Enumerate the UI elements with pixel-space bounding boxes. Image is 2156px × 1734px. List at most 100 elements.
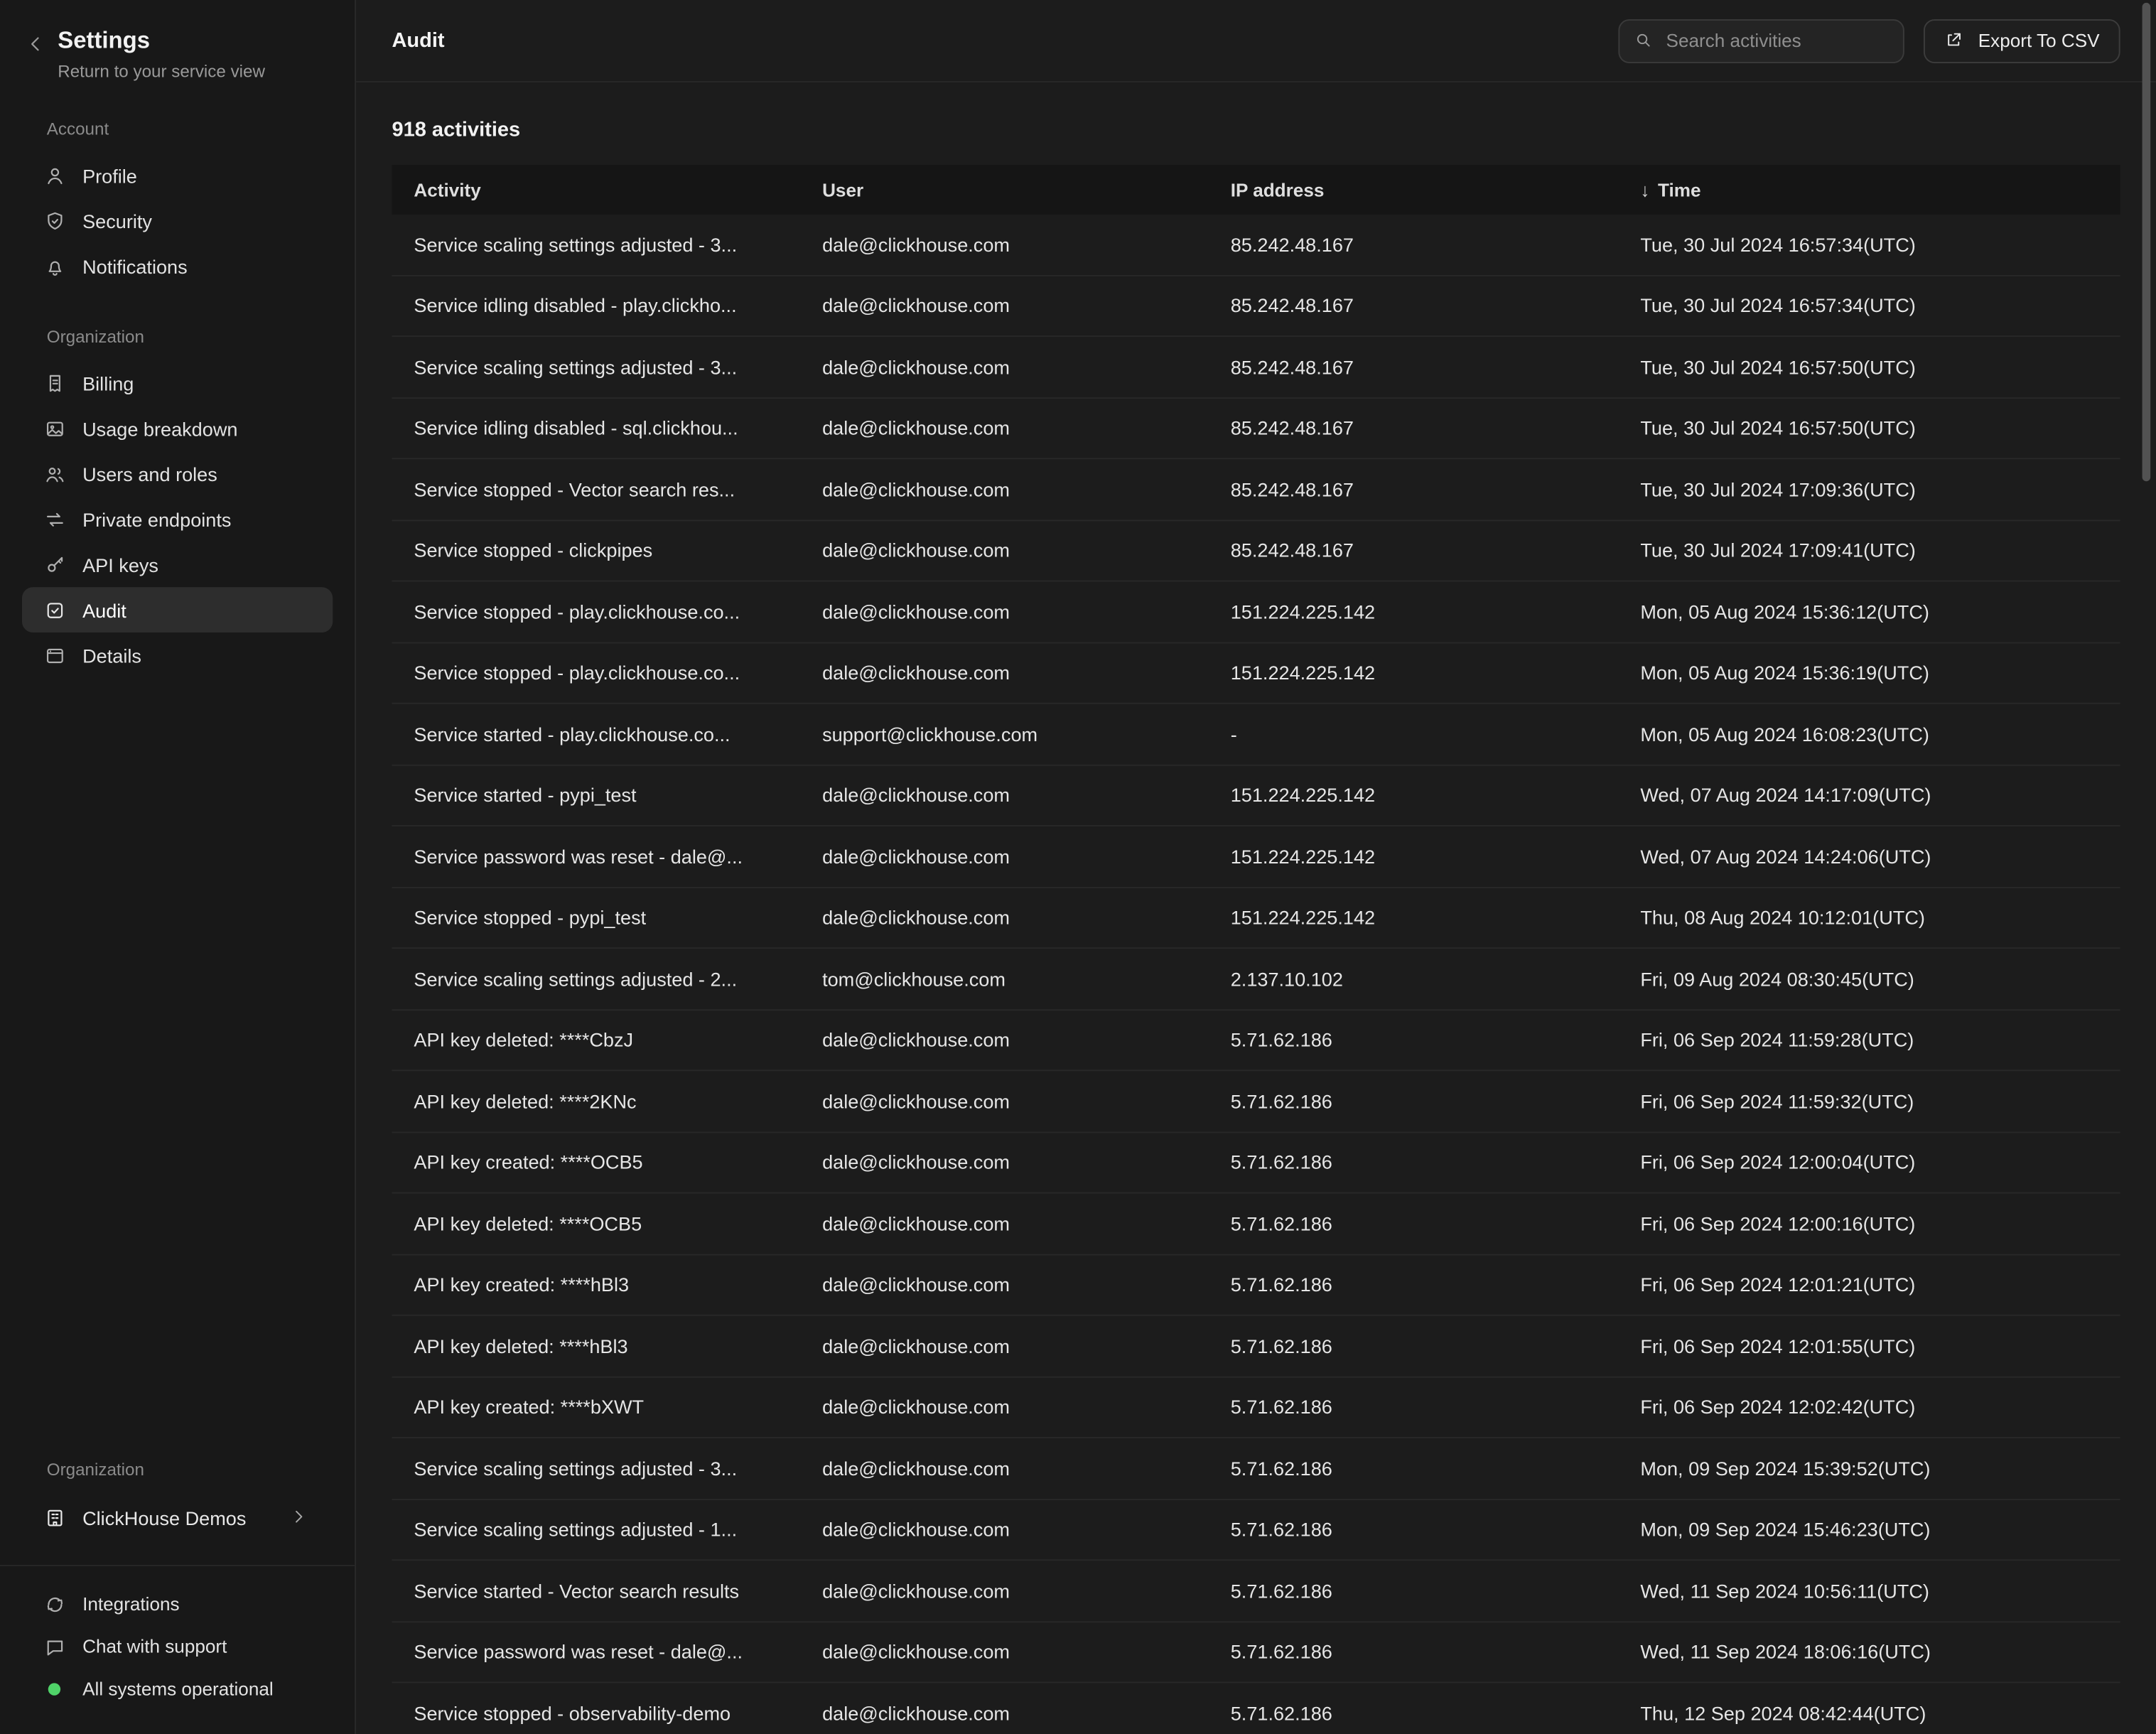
- table-row[interactable]: Service idling disabled - sql.clickhou..…: [392, 398, 2120, 459]
- column-header-user[interactable]: User: [800, 180, 1209, 200]
- table-row[interactable]: Service idling disabled - play.clickho..…: [392, 276, 2120, 337]
- table-row[interactable]: Service scaling settings adjusted - 3...…: [392, 337, 2120, 398]
- sidebar-item-label: Security: [82, 210, 152, 232]
- search-icon: [1633, 30, 1655, 52]
- table-row[interactable]: Service scaling settings adjusted - 2...…: [392, 949, 2120, 1010]
- system-status[interactable]: All systems operational: [22, 1668, 333, 1711]
- user-cell: dale@clickhouse.com: [800, 539, 1209, 561]
- activity-cell: API key created: ****OCB5: [392, 1151, 800, 1173]
- user-cell: tom@clickhouse.com: [800, 968, 1209, 990]
- user-cell: dale@clickhouse.com: [800, 907, 1209, 929]
- ip-cell: 151.224.225.142: [1209, 601, 1619, 623]
- sidebar-item-billing[interactable]: Billing: [22, 360, 333, 406]
- back-button[interactable]: [25, 28, 47, 55]
- org-switcher[interactable]: ClickHouse Demos: [22, 1493, 333, 1543]
- table-row[interactable]: Service started - pypi_test dale@clickho…: [392, 765, 2120, 826]
- table-row[interactable]: API key deleted: ****2KNc dale@clickhous…: [392, 1071, 2120, 1132]
- time-cell: Wed, 11 Sep 2024 10:56:11(UTC): [1618, 1580, 2120, 1602]
- table-row[interactable]: Service scaling settings adjusted - 1...…: [392, 1499, 2120, 1561]
- sidebar-item-audit[interactable]: Audit: [22, 587, 333, 632]
- settings-title: Settings: [58, 28, 265, 55]
- table-row[interactable]: Service started - play.clickhouse.co... …: [392, 704, 2120, 765]
- sidebar-item-details[interactable]: Details: [22, 632, 333, 678]
- export-csv-button[interactable]: Export To CSV: [1923, 18, 2120, 63]
- table-header: Activity User IP address ↓ Time: [392, 165, 2120, 215]
- search-input[interactable]: [1666, 31, 1889, 51]
- table-row[interactable]: Service stopped - clickpipes dale@clickh…: [392, 520, 2120, 581]
- table-row[interactable]: Service stopped - observability-demo dal…: [392, 1683, 2120, 1734]
- sidebar-bottom: Organization ClickHouse Demos Integratio…: [0, 1422, 355, 1734]
- column-header-time[interactable]: ↓ Time: [1618, 180, 2120, 200]
- user-cell: dale@clickhouse.com: [800, 1580, 1209, 1602]
- users-icon: [44, 463, 66, 485]
- image-chart-icon: [44, 417, 66, 439]
- sidebar-item-label: Notifications: [82, 255, 188, 277]
- search-box[interactable]: [1618, 18, 1904, 63]
- user-cell: dale@clickhouse.com: [800, 1212, 1209, 1234]
- activity-cell: Service password was reset - dale@...: [392, 1641, 800, 1663]
- sidebar-item-label: Audit: [82, 599, 126, 621]
- sidebar-item-label: Profile: [82, 164, 137, 186]
- activity-cell: Service idling disabled - sql.clickhou..…: [392, 417, 800, 439]
- ip-cell: -: [1209, 723, 1619, 745]
- shield-icon: [44, 210, 66, 232]
- user-cell: dale@clickhouse.com: [800, 417, 1209, 439]
- table-row[interactable]: API key deleted: ****OCB5 dale@clickhous…: [392, 1193, 2120, 1254]
- table-row[interactable]: Service started - Vector search results …: [392, 1561, 2120, 1622]
- sidebar: Settings Return to your service view Acc…: [0, 0, 356, 1734]
- sidebar-item-usage-breakdown[interactable]: Usage breakdown: [22, 406, 333, 451]
- ip-cell: 5.71.62.186: [1209, 1029, 1619, 1051]
- table-row[interactable]: Service password was reset - dale@... da…: [392, 1622, 2120, 1683]
- table-row[interactable]: Service stopped - play.clickhouse.co... …: [392, 581, 2120, 642]
- user-cell: dale@clickhouse.com: [800, 1151, 1209, 1173]
- table-row[interactable]: API key deleted: ****CbzJ dale@clickhous…: [392, 1010, 2120, 1071]
- table-row[interactable]: API key created: ****OCB5 dale@clickhous…: [392, 1132, 2120, 1193]
- table-row[interactable]: API key deleted: ****hBl3 dale@clickhous…: [392, 1316, 2120, 1377]
- time-cell: Mon, 05 Aug 2024 15:36:12(UTC): [1618, 601, 2120, 623]
- table-row[interactable]: Service scaling settings adjusted - 3...…: [392, 215, 2120, 276]
- table-row[interactable]: API key created: ****hBl3 dale@clickhous…: [392, 1255, 2120, 1316]
- sidebar-item-api-keys[interactable]: API keys: [22, 542, 333, 587]
- ip-cell: 151.224.225.142: [1209, 845, 1619, 867]
- integrations-link[interactable]: Integrations: [22, 1583, 333, 1625]
- bell-icon: [44, 255, 66, 277]
- chevron-right-icon: [289, 1507, 311, 1529]
- activity-cell: Service password was reset - dale@...: [392, 845, 800, 867]
- time-cell: Fri, 09 Aug 2024 08:30:45(UTC): [1618, 968, 2120, 990]
- user-cell: dale@clickhouse.com: [800, 1702, 1209, 1724]
- time-cell: Wed, 11 Sep 2024 18:06:16(UTC): [1618, 1641, 2120, 1663]
- table-row[interactable]: Service scaling settings adjusted - 3...…: [392, 1438, 2120, 1499]
- time-cell: Tue, 30 Jul 2024 16:57:50(UTC): [1618, 417, 2120, 439]
- sidebar-header: Settings Return to your service view: [0, 28, 355, 81]
- sidebar-item-security[interactable]: Security: [22, 198, 333, 244]
- table-row[interactable]: Service password was reset - dale@... da…: [392, 826, 2120, 888]
- building-icon: [44, 1507, 66, 1529]
- window-icon: [44, 645, 66, 667]
- user-cell: dale@clickhouse.com: [800, 784, 1209, 806]
- table-row[interactable]: Service stopped - play.clickhouse.co... …: [392, 643, 2120, 704]
- ip-cell: 5.71.62.186: [1209, 1090, 1619, 1112]
- sidebar-item-label: Usage breakdown: [82, 417, 237, 439]
- settings-subtitle: Return to your service view: [58, 62, 265, 81]
- user-cell: dale@clickhouse.com: [800, 1458, 1209, 1480]
- activity-cell: API key deleted: ****OCB5: [392, 1212, 800, 1234]
- swap-arrows-icon: [44, 508, 66, 530]
- column-header-activity[interactable]: Activity: [392, 180, 800, 200]
- table-row[interactable]: Service stopped - Vector search res... d…: [392, 459, 2120, 520]
- vertical-scrollbar[interactable]: [2142, 3, 2151, 481]
- column-header-ip[interactable]: IP address: [1209, 180, 1619, 200]
- chat-support-link[interactable]: Chat with support: [22, 1625, 333, 1668]
- table-row[interactable]: Service stopped - pypi_test dale@clickho…: [392, 888, 2120, 949]
- sidebar-item-label: Details: [82, 645, 141, 667]
- sidebar-item-profile[interactable]: Profile: [22, 153, 333, 198]
- sidebar-item-notifications[interactable]: Notifications: [22, 243, 333, 289]
- time-cell: Tue, 30 Jul 2024 16:57:34(UTC): [1618, 233, 2120, 255]
- sidebar-item-private-endpoints[interactable]: Private endpoints: [22, 496, 333, 542]
- sidebar-item-users-and-roles[interactable]: Users and roles: [22, 451, 333, 497]
- time-cell: Tue, 30 Jul 2024 16:57:50(UTC): [1618, 356, 2120, 378]
- ip-cell: 151.224.225.142: [1209, 784, 1619, 806]
- section-label-org-switcher: Organization: [47, 1460, 333, 1480]
- activity-cell: Service stopped - pypi_test: [392, 907, 800, 929]
- table-row[interactable]: API key created: ****bXWT dale@clickhous…: [392, 1377, 2120, 1438]
- user-cell: dale@clickhouse.com: [800, 478, 1209, 500]
